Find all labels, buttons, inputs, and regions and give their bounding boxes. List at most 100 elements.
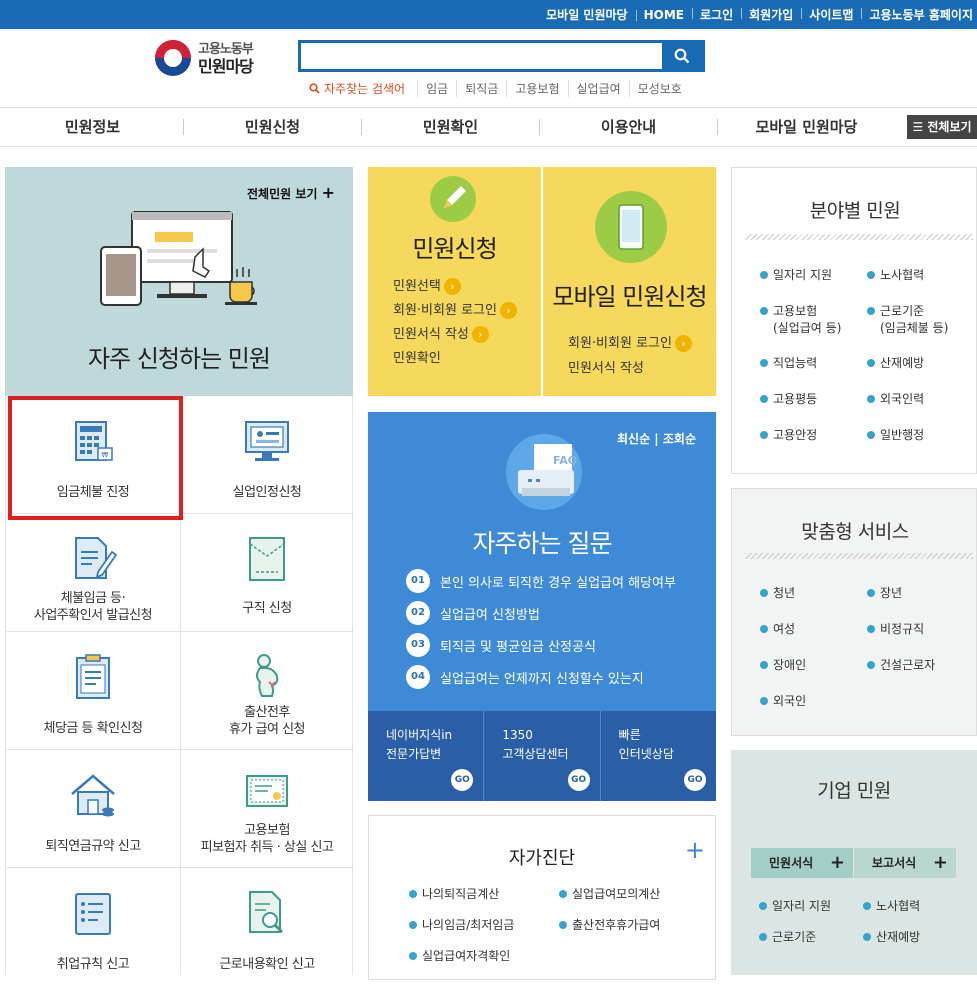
- pregnant-icon: [256, 654, 279, 697]
- naver-expert-link[interactable]: 네이버지식in 전문가답변 GO: [368, 711, 483, 801]
- self-diagnosis-panel: 자가진단 + 나의퇴직금계산 실업급여모의계산 나의임금/최저임금 출산전후휴가…: [368, 815, 716, 980]
- corp-item[interactable]: 노사협력: [863, 898, 920, 915]
- view-all-applications-link[interactable]: 전체민원 보기 +: [247, 183, 335, 202]
- corp-item[interactable]: 산재예방: [863, 929, 920, 946]
- nav-item-apply[interactable]: 민원신청: [185, 108, 360, 146]
- apply-link-confirm[interactable]: 민원확인: [393, 347, 441, 371]
- nav-item-mobile[interactable]: 모바일 민원마당: [718, 108, 895, 146]
- app-work-details-confirmation[interactable]: 근로내용확인 신고: [180, 868, 354, 986]
- main-navigation: 민원정보 민원신청 민원확인 이용안내 모바일 민원마당 ☰ 전체보기: [0, 107, 977, 147]
- keyword-item[interactable]: 임금: [417, 80, 456, 97]
- smartphone-icon: [595, 191, 667, 263]
- self-diagnosis-more-button[interactable]: +: [685, 838, 705, 862]
- app-substitute-payment[interactable]: 체당금 등 확인신청: [6, 632, 180, 750]
- custom-item[interactable]: 비정규직: [867, 621, 924, 638]
- custom-item[interactable]: 장애인: [760, 657, 806, 674]
- self-item[interactable]: 나의퇴직금계산: [409, 885, 499, 902]
- envelope-icon: [249, 537, 285, 581]
- go-button[interactable]: GO: [683, 769, 706, 791]
- faq-question[interactable]: 02 실업급여 신청방법: [406, 601, 540, 625]
- pencil-icon: [430, 176, 476, 222]
- faq-question[interactable]: 04 실업급여는 언제까지 신청할수 있는지: [406, 665, 644, 689]
- nav-item-guide[interactable]: 이용안내: [540, 108, 717, 146]
- mobile-link-login[interactable]: 회원·비회원 로그인 ›: [568, 332, 692, 356]
- arrow-right-icon: ›: [443, 278, 461, 295]
- search-input[interactable]: [301, 43, 663, 69]
- apply-link-login[interactable]: 회원·비회원 로그인 ›: [393, 299, 517, 323]
- sort-latest[interactable]: 최신순: [617, 432, 650, 446]
- custom-item[interactable]: 장년: [867, 585, 902, 602]
- keyword-item[interactable]: 모성보호: [628, 80, 690, 97]
- apply-link-form[interactable]: 민원서식 작성 ›: [393, 323, 489, 347]
- app-insured-acquisition-loss[interactable]: 고용보험 피보험자 취득 · 상실 신고: [180, 750, 354, 868]
- home-link[interactable]: HOME: [635, 8, 692, 22]
- field-services-panel: 분야별 민원 일자리 지원 노사협력 고용보험 (실업급여 등) 근로기준 (임금체…: [731, 167, 977, 474]
- field-item[interactable]: 고용평등: [760, 391, 817, 408]
- field-item[interactable]: 고용안정: [760, 427, 817, 444]
- nav-item-info[interactable]: 민원정보: [0, 108, 185, 146]
- arrow-right-icon: ›: [499, 302, 517, 319]
- keyword-item[interactable]: 고용보험: [506, 80, 567, 97]
- internet-consult-link[interactable]: 빠른 인터넷상담 GO: [599, 711, 716, 801]
- tab-report-forms[interactable]: 보고서식 +: [854, 848, 956, 878]
- self-item[interactable]: 나의임금/최저임금: [409, 916, 514, 933]
- popular-keywords-label: 자주찾는 검색어: [324, 82, 406, 96]
- search-button[interactable]: [662, 43, 702, 69]
- tab-civil-forms[interactable]: 민원서식 +: [751, 848, 853, 878]
- app-maternity-leave-benefit[interactable]: 출산전후 휴가 급여 신청: [180, 632, 354, 750]
- field-item[interactable]: 근로기준 (임금체불 등): [867, 303, 948, 337]
- mobile-link-form[interactable]: 민원서식 작성: [568, 357, 644, 381]
- go-button[interactable]: GO: [451, 769, 474, 791]
- field-item[interactable]: 산재예방: [867, 355, 924, 372]
- faq-question[interactable]: 03 퇴직금 및 평균임금 산정공식: [406, 633, 596, 657]
- faq-printer-icon: [506, 434, 582, 510]
- corp-item[interactable]: 일자리 지원: [759, 898, 831, 915]
- custom-item[interactable]: 여성: [760, 621, 795, 638]
- logo-line2: 민원마당: [198, 57, 254, 76]
- field-item[interactable]: 일반행정: [867, 427, 924, 444]
- mobile-link[interactable]: 모바일 민원마당: [538, 6, 635, 23]
- app-employment-rules[interactable]: 취업규칙 신고: [6, 868, 180, 986]
- self-item[interactable]: 실업급여자격확인: [409, 947, 510, 964]
- self-diagnosis-title: 자가진단: [508, 848, 576, 869]
- computer-illustration-icon: [100, 211, 257, 306]
- corp-tabs: 민원서식 + 보고서식 +: [751, 848, 956, 878]
- custom-item[interactable]: 외국인: [760, 693, 806, 710]
- custom-item[interactable]: 건설근로자: [867, 657, 935, 674]
- self-item[interactable]: 출산전후휴가급여: [559, 916, 660, 933]
- login-link[interactable]: 로그인: [691, 6, 741, 23]
- field-item[interactable]: 일자리 지원: [760, 267, 832, 284]
- field-item[interactable]: 외국인력: [867, 391, 924, 408]
- corp-item[interactable]: 근로기준: [759, 929, 816, 946]
- faq-question[interactable]: 01 본인 의사로 퇴직한 경우 실업급여 해당여부: [406, 569, 676, 593]
- site-logo[interactable]: 고용노동부 민원마당: [155, 40, 254, 76]
- custom-item[interactable]: 청년: [760, 585, 795, 602]
- field-item[interactable]: 직업능력: [760, 355, 817, 372]
- emblem-icon: [155, 40, 191, 76]
- field-item[interactable]: 노사협력: [867, 267, 924, 284]
- app-arrears-confirmation[interactable]: 체불임금 등· 사업주확인서 발급신청: [6, 514, 180, 632]
- apply-link-select[interactable]: 민원선택 ›: [393, 275, 461, 299]
- sitemap-link[interactable]: 사이트맵: [801, 6, 861, 23]
- app-unemployment-recognition[interactable]: 실업인정신청: [180, 396, 354, 514]
- arrow-right-icon: ›: [471, 326, 489, 343]
- field-title: 분야별 민원: [809, 200, 901, 222]
- app-retirement-pension[interactable]: 퇴직연금규약 신고: [6, 750, 180, 868]
- app-job-seeking[interactable]: 구직 신청: [180, 514, 354, 632]
- custom-services-panel: 맞춤형 서비스 청년 장년 여성 비정규직 장애인 건설근로자 외국인: [731, 488, 977, 736]
- field-item[interactable]: 고용보험 (실업급여 등): [760, 303, 841, 337]
- nav-item-check[interactable]: 민원확인: [362, 108, 539, 146]
- sort-views[interactable]: 조회순: [663, 432, 696, 446]
- keyword-item[interactable]: 실업급여: [567, 80, 629, 97]
- apply-panel: 민원신청 민원선택 › 회원·비회원 로그인 › 민원서식 작성 › 민원확인: [368, 167, 541, 396]
- go-button[interactable]: GO: [567, 769, 590, 791]
- keyword-item[interactable]: 퇴직금: [456, 80, 506, 97]
- signup-link[interactable]: 회원가입: [741, 6, 801, 23]
- faq-panel: 최신순 | 조회순 FAQ 자주하는 질문 01 본인 의사로 퇴직한 경우 실업…: [368, 412, 716, 801]
- custom-title: 맞춤형 서비스: [801, 521, 909, 543]
- mobile-apply-title: 모바일 민원신청: [552, 283, 707, 311]
- view-all-menu-button[interactable]: ☰ 전체보기: [907, 115, 977, 139]
- ministry-home-link[interactable]: 고용노동부 홈페이지: [861, 6, 977, 23]
- self-item[interactable]: 실업급여모의계산: [559, 885, 660, 902]
- call-center-link[interactable]: 1350 고객상담센터 GO: [483, 711, 599, 801]
